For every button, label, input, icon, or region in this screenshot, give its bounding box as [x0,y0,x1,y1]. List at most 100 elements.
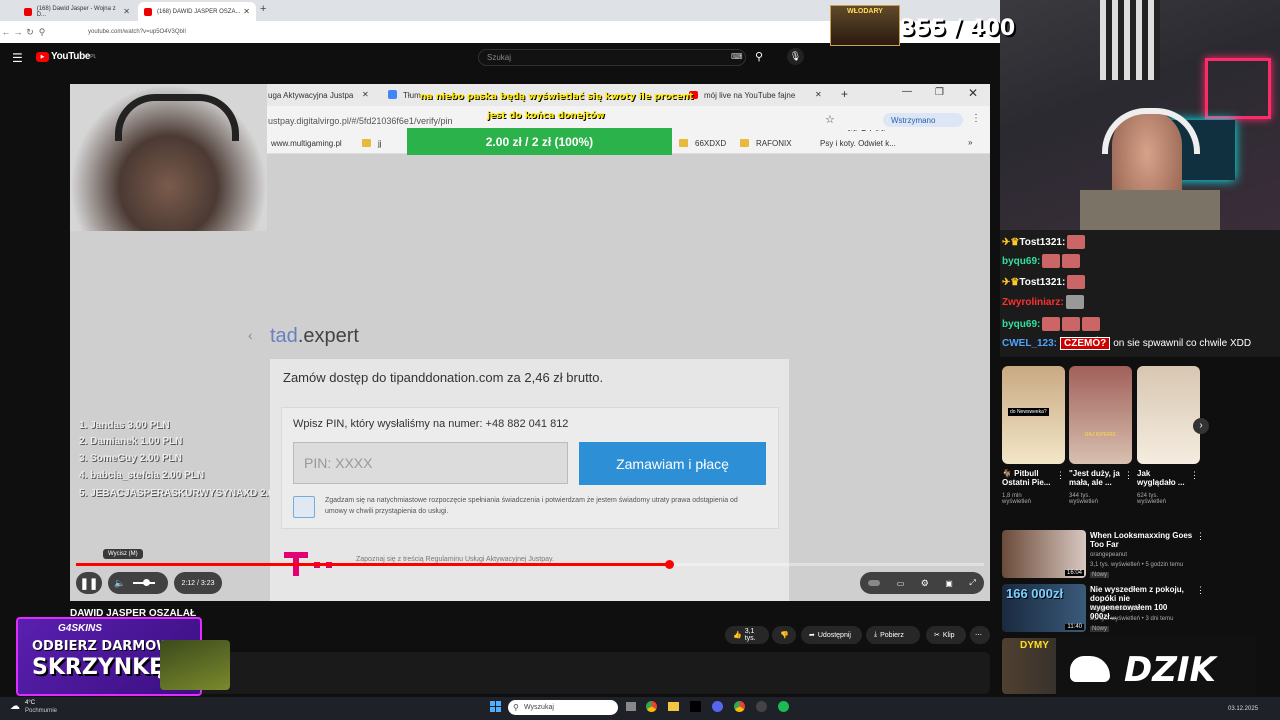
emote-icon [1082,317,1101,331]
next-shorts-icon[interactable]: › [1193,418,1209,434]
donor-entry: 2. Damianek 1.00 PLN [79,436,183,447]
short-thumbnail[interactable]: RAJ KIPERIS [1069,366,1132,464]
subtitles-icon[interactable]: ▭ [897,579,905,588]
scrubber-handle[interactable] [664,560,674,569]
keyboard-icon[interactable]: ⌨ [731,52,743,61]
close-tab-icon[interactable]: ✕ [123,7,130,16]
more-options-icon[interactable]: ⋮ [1196,585,1205,596]
channel-name[interactable]: orangepeanut [1090,552,1127,558]
new-badge: Nowy [1090,626,1110,632]
bookmark-item: Psy i koty. Odwiet k... [820,139,896,148]
headphones-icon [1102,108,1200,154]
settings-gear-icon[interactable]: ⚙ [921,578,929,589]
short-thumbnail[interactable] [1137,366,1200,464]
donor-entry: 5. JEBACJASPERASKURWYSYNAXD 2.00 PLN [79,488,303,499]
emote-icon [1067,275,1086,289]
weather-icon[interactable]: ☁ [10,701,20,712]
reload-icon[interactable]: ↻ [24,27,36,38]
volume-icon[interactable]: 🔈 [114,578,125,589]
duration-badge: 11:40 [1065,624,1084,630]
bookmark-item: RAFONIX [756,139,792,148]
fullscreen-icon[interactable]: ⤢ [969,578,975,588]
browser-tab[interactable]: (168) Dawid Jasper - Wojna z D... ✕ [18,2,136,21]
new-tab-icon[interactable]: + [260,3,266,15]
short-title[interactable]: Jak wyglądało ... [1137,469,1189,487]
video-thumbnail[interactable]: 16:04 [1002,530,1086,578]
like-button[interactable]: 👍 3,1 tys. [725,626,769,644]
tab-label: (168) DAWID JASPER OSZA... [157,8,241,15]
spotify-icon[interactable] [778,701,789,712]
more-options-icon[interactable]: ⋮ [1056,470,1065,481]
close-window-icon: ✕ [968,86,979,100]
search-icon: ⚲ [513,703,519,712]
chat-line: byqu69: [1002,254,1081,268]
more-options-icon[interactable]: ⋮ [1196,531,1205,542]
short-views: 1,8 mln wyświetleń [1002,493,1032,505]
taskbar-search[interactable]: ⚲ Wyszukaj [508,700,618,715]
more-bookmarks-icon: » [968,138,973,147]
dzik-logo: DZIK [1056,636,1256,702]
share-button[interactable]: ➦ Udostępnij [801,626,862,644]
new-tab-icon: + [841,87,849,101]
youtube-logo-text: YouTube [51,51,91,62]
site-info-icon[interactable]: ⚲ [36,27,48,38]
overlay-caption: na niebo paska będą wyświetlać się kwoty… [420,92,694,102]
close-tab-icon[interactable]: ✕ [243,7,250,16]
ad-crate-image [160,640,230,690]
windows-taskbar [0,697,1280,720]
wall-decor [1100,0,1160,80]
search-input[interactable]: Szukaj [478,49,746,66]
goal-image: WŁODARY [830,5,900,46]
clip-button[interactable]: ✂ Klip [926,626,966,644]
search-icon[interactable]: ⚲ [755,50,763,63]
folder-icon [740,139,749,147]
miniplayer-icon[interactable]: ▣ [945,579,953,588]
inner-tab-label: mój live na YouTube fajne [704,91,796,100]
youtube-play-icon: ▶ [36,51,49,62]
explorer-icon[interactable] [668,702,679,711]
folder-icon [679,139,688,147]
chrome-icon[interactable] [734,701,745,712]
url-field[interactable]: youtube.com/watch?v=up5O4V3QbIl [88,29,186,35]
autoplay-toggle[interactable] [868,580,881,586]
overlay-caption: jest do końca donejtów [487,111,605,121]
scissors-icon: ✂ [934,632,940,639]
weather-desc: Pochmurnie [25,708,58,714]
short-views: 624 tys. wyświetleń [1137,493,1167,505]
youtube-logo[interactable]: ▶ YouTube PL [36,51,96,62]
volume-control[interactable]: 🔈 [108,572,168,594]
microphone-icon[interactable]: 🎙 [787,48,804,65]
back-icon[interactable]: ← [0,27,12,37]
browser-tab-active[interactable]: (168) DAWID JASPER OSZA... ✕ [138,2,256,21]
more-options-icon[interactable]: ⋮ [1190,470,1199,481]
thumb-text: DYMY [1020,640,1049,651]
download-button[interactable]: ⤓ Pobierz [866,626,920,644]
task-view-icon[interactable] [626,702,636,711]
chrome-icon[interactable] [646,701,657,712]
forward-icon[interactable]: → [12,27,24,37]
pause-button[interactable]: ❚❚ [76,572,102,594]
video-title[interactable]: When Looksmaxxing Goes Too Far [1090,531,1194,549]
windows-start-icon[interactable] [490,701,501,712]
youtube-favicon-icon [144,7,152,16]
channel-name[interactable]: Jakub Kowalczyk [1090,606,1136,612]
dzik-text: DZIK [1124,650,1216,690]
obs-icon[interactable] [756,701,767,712]
dislike-button[interactable]: 👎 [772,626,796,644]
more-actions-icon[interactable]: ⋯ [970,626,990,644]
video-thumbnail[interactable]: 166 000zł 11:40 [1002,584,1086,632]
close-tab-icon: ✕ [815,90,822,99]
discord-icon[interactable] [712,701,723,712]
paused-badge: Wstrzymano [883,113,963,127]
time-display: 2:12 / 3:23 [174,572,222,594]
restore-icon: ❐ [935,87,944,98]
volume-slider[interactable] [133,579,156,586]
hamburger-menu-icon[interactable]: ☰ [12,51,23,65]
short-thumbnail[interactable]: do Newsweeka? [1002,366,1065,464]
app-icon[interactable] [690,701,701,712]
video-player[interactable]: uga Aktywacyjna Justpa ✕ Tłum mój live n… [70,84,990,601]
short-title[interactable]: "Jest duży, ja mała, ale ... [1069,469,1123,487]
ad-headline: SKRZYNKĘ! [32,655,175,680]
more-options-icon[interactable]: ⋮ [1124,470,1133,481]
short-title[interactable]: 🐐 Pitbull Ostatni Pie... [1002,469,1054,487]
